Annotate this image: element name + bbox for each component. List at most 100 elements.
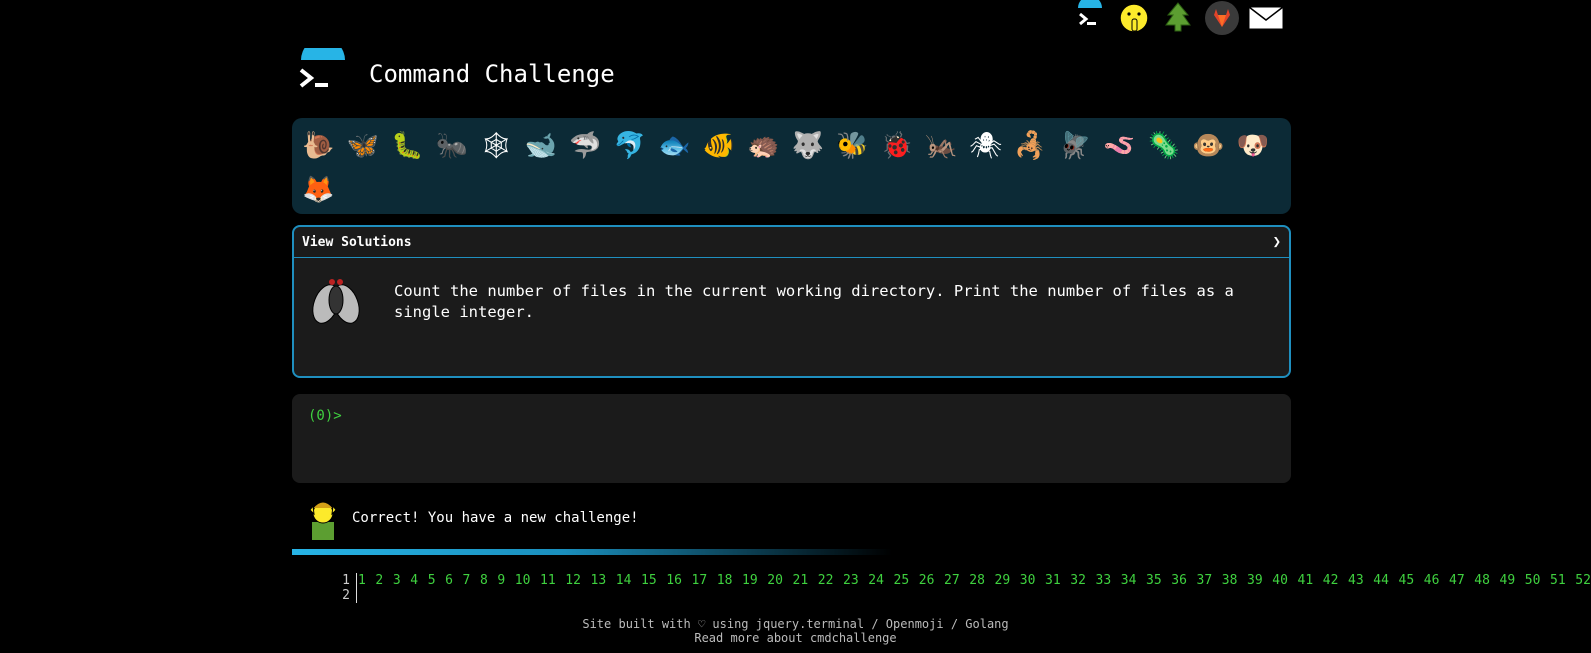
top-nav (1068, 0, 1288, 36)
tree-icon[interactable] (1156, 0, 1200, 36)
challenge-emoji-icon[interactable]: 🪰 (1053, 124, 1098, 168)
level-link[interactable]: 35 (1146, 573, 1162, 588)
challenge-emoji-icon[interactable]: 🦠 (1142, 124, 1187, 168)
challenge-description: Count the number of files in the current… (394, 282, 1234, 321)
level-link[interactable]: 3 (393, 573, 401, 588)
level-link[interactable]: 52 (1575, 573, 1591, 588)
level-link[interactable]: 19 (742, 573, 758, 588)
level-link[interactable]: 20 (767, 573, 783, 588)
footer-about-link[interactable]: Read more about cmdchallenge (0, 631, 1591, 645)
level-link[interactable]: 13 (591, 573, 607, 588)
challenge-emoji-icon[interactable]: 🐟 (652, 124, 697, 168)
challenge-emoji-icon[interactable]: 🕷 (964, 124, 1009, 168)
level-link[interactable]: 48 (1474, 573, 1490, 588)
level-link[interactable]: 38 (1222, 573, 1238, 588)
level-link[interactable]: 9 (497, 573, 505, 588)
level-link[interactable]: 6 (445, 573, 453, 588)
shushing-face-icon[interactable] (1112, 0, 1156, 36)
level-link[interactable]: 22 (818, 573, 834, 588)
view-solutions-header[interactable]: View Solutions ❯ (294, 227, 1289, 258)
line-numbers: 1 2 (320, 573, 357, 603)
challenge-emoji-icon[interactable]: 🐝 (830, 124, 875, 168)
level-link[interactable]: 1 (358, 573, 366, 588)
challenge-emoji-icon[interactable]: 🐞 (875, 124, 920, 168)
level-link[interactable]: 33 (1096, 573, 1112, 588)
level-link[interactable]: 39 (1247, 573, 1263, 588)
challenge-emoji-icon[interactable]: 🐠 (697, 124, 742, 168)
level-link[interactable]: 26 (919, 573, 935, 588)
level-link[interactable]: 28 (969, 573, 985, 588)
line-number: 2 (342, 588, 350, 603)
level-link[interactable]: 36 (1171, 573, 1187, 588)
level-link[interactable]: 11 (540, 573, 556, 588)
view-solutions-label[interactable]: View Solutions (302, 235, 412, 250)
challenge-panel: View Solutions ❯ Count the number of fil… (292, 225, 1291, 378)
level-link[interactable]: 23 (843, 573, 859, 588)
challenge-emoji-icon[interactable]: 🐋 (519, 124, 564, 168)
level-link[interactable]: 25 (894, 573, 910, 588)
level-link[interactable]: 29 (995, 573, 1011, 588)
challenge-emoji-icon[interactable]: 🦗 (919, 124, 964, 168)
terminal[interactable]: (0)> (292, 394, 1291, 483)
level-link[interactable]: 51 (1550, 573, 1566, 588)
level-link[interactable]: 32 (1070, 573, 1086, 588)
level-link[interactable]: 49 (1500, 573, 1516, 588)
level-link[interactable]: 18 (717, 573, 733, 588)
level-link[interactable]: 27 (944, 573, 960, 588)
level-link[interactable]: 43 (1348, 573, 1364, 588)
page-header: Command Challenge (297, 38, 615, 100)
status-text: Correct! You have a new challenge! (352, 510, 639, 526)
level-link[interactable]: 42 (1323, 573, 1339, 588)
level-link[interactable]: 5 (428, 573, 436, 588)
footer-credits[interactable]: Site built with ♡ using jquery.terminal … (0, 617, 1591, 631)
level-link[interactable]: 16 (666, 573, 682, 588)
terminal-prompt: (0)> (308, 408, 342, 424)
level-link[interactable]: 14 (616, 573, 632, 588)
challenge-emoji-icon[interactable]: 🦂 (1008, 124, 1053, 168)
challenge-emoji-icon[interactable]: 🐬 (608, 124, 653, 168)
level-link[interactable]: 40 (1272, 573, 1288, 588)
level-link[interactable]: 44 (1373, 573, 1389, 588)
challenge-emoji-icon[interactable]: 🦔 (741, 124, 786, 168)
level-link[interactable]: 2 (375, 573, 383, 588)
level-link[interactable]: 15 (641, 573, 657, 588)
challenge-emoji-icon[interactable]: 🐌 (296, 124, 341, 168)
page-title: Command Challenge (369, 60, 615, 88)
gitlab-icon[interactable] (1200, 0, 1244, 36)
challenge-emoji-icon[interactable]: 🐺 (786, 124, 831, 168)
terminal-icon[interactable] (1068, 0, 1112, 36)
level-link[interactable]: 17 (692, 573, 708, 588)
challenge-emoji-icon[interactable]: 🐜 (430, 124, 475, 168)
challenge-emoji-icon[interactable]: 🐛 (385, 124, 430, 168)
envelope-icon[interactable] (1244, 0, 1288, 36)
level-link[interactable]: 12 (565, 573, 581, 588)
fly-icon (306, 272, 366, 332)
elf-icon (306, 496, 340, 540)
level-link[interactable]: 24 (868, 573, 884, 588)
level-link[interactable]: 50 (1525, 573, 1541, 588)
progress-bar (292, 549, 892, 555)
level-link[interactable]: 34 (1121, 573, 1137, 588)
level-link[interactable]: 46 (1424, 573, 1440, 588)
level-link[interactable]: 41 (1298, 573, 1314, 588)
challenge-emoji-icon[interactable]: 🦋 (341, 124, 386, 168)
level-link[interactable]: 30 (1020, 573, 1036, 588)
level-link[interactable]: 4 (410, 573, 418, 588)
level-link[interactable]: 7 (463, 573, 471, 588)
level-link[interactable]: 21 (793, 573, 809, 588)
challenge-emoji-icon[interactable]: 🪱 (1097, 124, 1142, 168)
challenge-emoji-icon[interactable]: 🕸 (474, 124, 519, 168)
terminal-logo-icon[interactable] (297, 38, 349, 100)
level-link[interactable]: 8 (480, 573, 488, 588)
challenge-emoji-icon[interactable]: 🐶 (1231, 124, 1276, 168)
level-link[interactable]: 37 (1197, 573, 1213, 588)
chevron-right-icon[interactable]: ❯ (1273, 234, 1281, 250)
level-link[interactable]: 45 (1399, 573, 1415, 588)
level-link[interactable]: 31 (1045, 573, 1061, 588)
challenge-emoji-icon[interactable]: 🦈 (563, 124, 608, 168)
challenge-emoji-icon[interactable]: 🦊 (296, 168, 341, 212)
level-link[interactable]: 47 (1449, 573, 1465, 588)
status-message: Correct! You have a new challenge! (306, 496, 639, 540)
level-link[interactable]: 10 (515, 573, 531, 588)
challenge-emoji-icon[interactable]: 🐵 (1186, 124, 1231, 168)
